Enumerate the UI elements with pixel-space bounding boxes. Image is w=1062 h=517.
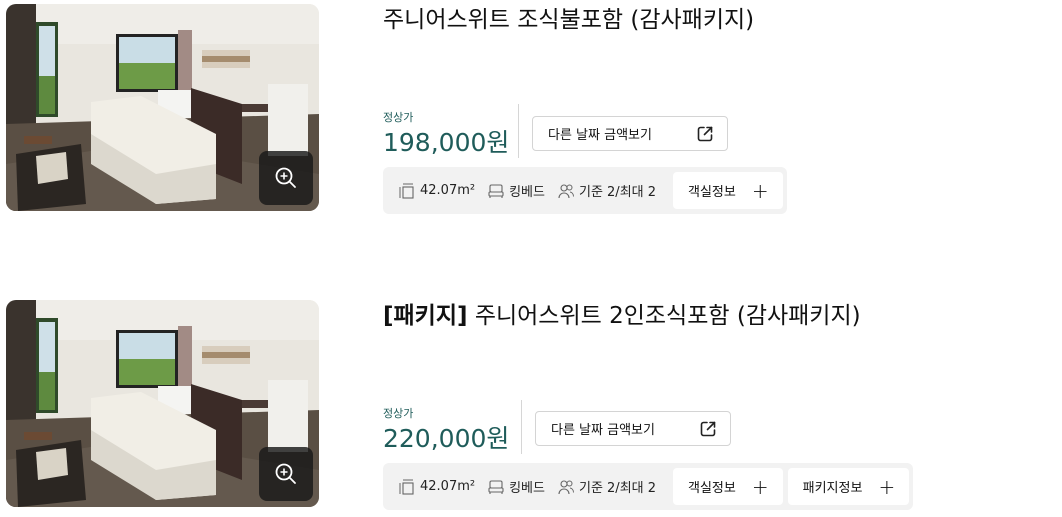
area-icon xyxy=(399,479,414,495)
zoom-button[interactable] xyxy=(259,447,313,501)
price-block: 정상가 220,000원 xyxy=(383,407,509,455)
title-tag: [패키지] xyxy=(383,303,468,329)
bed-icon xyxy=(488,183,504,198)
room-photo[interactable] xyxy=(6,300,319,507)
package-info-button[interactable]: 패키지정보 + xyxy=(787,468,910,505)
spec-bed: 킹베드 xyxy=(487,181,545,200)
zoom-button[interactable] xyxy=(259,151,313,205)
bed-value: 킹베드 xyxy=(509,481,545,496)
zoom-in-icon xyxy=(275,167,296,188)
plus-icon: + xyxy=(878,474,896,499)
people-icon xyxy=(558,183,574,198)
plus-icon: + xyxy=(751,178,769,203)
room-info-bar: 42.07m² 킹베드 기준 2/최대 2 객실정보 + 패키지정보 + xyxy=(383,463,914,510)
room-info-label: 객실정보 xyxy=(688,481,736,496)
capacity-value: 기준 2/최대 2 xyxy=(578,185,657,200)
package-info-label: 패키지정보 xyxy=(802,481,863,496)
divider xyxy=(518,104,519,158)
spec-capacity: 기준 2/최대 2 xyxy=(557,181,656,200)
room-title: 주니어스위트 조식불포함 (감사패키지) xyxy=(383,4,754,36)
room-card: [패키지] 주니어스위트 2인조식포함 (감사패키지) 정상가 220,000원… xyxy=(0,296,1062,511)
other-date-price-button[interactable]: 다른 날짜 금액보기 xyxy=(535,411,731,446)
title-text: 주니어스위트 2인조식포함 (감사패키지) xyxy=(474,303,861,329)
area-icon xyxy=(399,183,414,199)
people-icon xyxy=(558,479,574,494)
price-value: 198,000원 xyxy=(383,128,510,157)
room-info-bar: 42.07m² 킹베드 기준 2/최대 2 객실정보 + xyxy=(383,167,787,214)
area-value: 42.07m² xyxy=(420,183,476,198)
other-date-price-button[interactable]: 다른 날짜 금액보기 xyxy=(532,116,728,151)
room-info-button[interactable]: 객실정보 + xyxy=(673,172,783,209)
external-link-icon xyxy=(697,126,713,142)
other-date-label: 다른 날짜 금액보기 xyxy=(551,423,655,438)
price-label: 정상가 xyxy=(383,407,414,420)
plus-icon: + xyxy=(751,474,769,499)
room-card: 주니어스위트 조식불포함 (감사패키지) 정상가 198,000원 다른 날짜 … xyxy=(0,0,1062,215)
bed-value: 킹베드 xyxy=(509,185,545,200)
room-title: [패키지] 주니어스위트 2인조식포함 (감사패키지) xyxy=(383,300,861,332)
divider xyxy=(521,400,522,454)
external-link-icon xyxy=(700,421,716,437)
spec-area: 42.07m² xyxy=(398,182,475,200)
spec-bed: 킹베드 xyxy=(487,477,545,496)
room-info-label: 객실정보 xyxy=(688,185,736,200)
price-value: 220,000원 xyxy=(383,424,510,453)
price-label: 정상가 xyxy=(383,111,414,124)
area-value: 42.07m² xyxy=(420,479,476,494)
spec-area: 42.07m² xyxy=(398,478,475,496)
capacity-value: 기준 2/최대 2 xyxy=(578,481,657,496)
zoom-in-icon xyxy=(275,463,296,484)
other-date-label: 다른 날짜 금액보기 xyxy=(548,128,652,143)
room-info-button[interactable]: 객실정보 + xyxy=(673,468,783,505)
room-photo[interactable] xyxy=(6,4,319,211)
title-text: 주니어스위트 조식불포함 (감사패키지) xyxy=(383,7,755,33)
bed-icon xyxy=(488,479,504,494)
spec-capacity: 기준 2/최대 2 xyxy=(557,477,656,496)
price-block: 정상가 198,000원 xyxy=(383,111,509,159)
